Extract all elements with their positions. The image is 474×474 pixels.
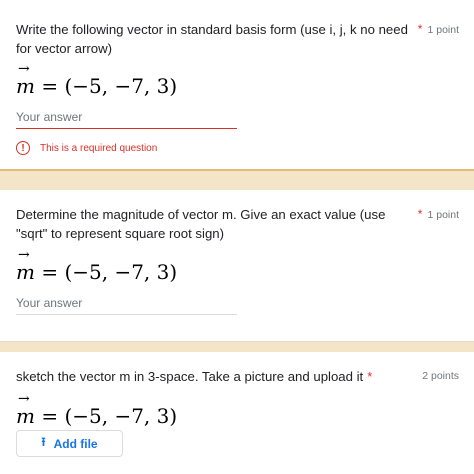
vector-value: = (−5, −7, 3) — [34, 74, 178, 98]
question-1-points: * 1 point — [418, 22, 459, 36]
required-star: * — [417, 207, 423, 221]
upload-icon: ⭱ — [41, 435, 46, 449]
vector-equation: m = (−5, −7, 3) — [16, 391, 178, 428]
question-3-label: sketch the vector m in 3-space. Take a p… — [16, 369, 364, 384]
error-icon: ! — [16, 141, 30, 155]
vector-value: = (−5, −7, 3) — [34, 260, 178, 284]
vector-equation: m = (−5, −7, 3) — [16, 247, 178, 284]
question-3-points: 2 points — [422, 370, 459, 382]
points-label: 1 point — [427, 24, 459, 36]
vector-equation: m = (−5, −7, 3) — [16, 61, 178, 98]
question-2-text: Determine the magnitude of vector m. Giv… — [16, 207, 386, 241]
answer-input[interactable]: Your answer — [16, 110, 237, 129]
vector-symbol: m — [16, 247, 35, 284]
vector-value: = (−5, −7, 3) — [34, 404, 178, 428]
question-card-2: Determine the magnitude of vector m. Giv… — [0, 190, 474, 342]
question-card-1: Write the following vector in standard b… — [0, 0, 474, 171]
required-star: * — [367, 369, 373, 384]
question-1-text: Write the following vector in standard b… — [16, 22, 408, 56]
answer-input[interactable]: Your answer — [16, 296, 237, 315]
error-message: ! This is a required question — [16, 141, 157, 155]
required-star: * — [417, 22, 423, 36]
add-file-label: Add file — [53, 436, 98, 451]
points-label: 1 point — [427, 209, 459, 221]
vector-symbol: m — [16, 61, 35, 98]
question-2-points: * 1 point — [418, 207, 459, 221]
points-label: 2 points — [422, 370, 459, 382]
question-3-text: sketch the vector m in 3-space. Take a p… — [16, 367, 411, 386]
add-file-button[interactable]: ⭱ Add file — [16, 430, 123, 457]
vector-symbol: m — [16, 391, 35, 428]
error-text: This is a required question — [40, 142, 158, 154]
